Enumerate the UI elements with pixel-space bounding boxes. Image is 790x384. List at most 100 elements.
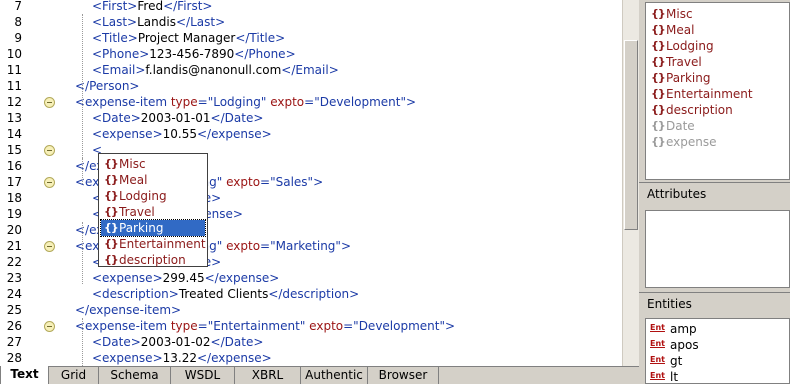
autocomplete-item-lodging[interactable]: {} Lodging — [101, 188, 205, 204]
tab-schema[interactable]: Schema — [99, 367, 171, 384]
code-token: "Development" — [314, 95, 407, 109]
entity-icon: Ent — [650, 355, 665, 364]
element-icon: {} — [104, 253, 119, 266]
autocomplete-item-misc[interactable]: {} Misc — [101, 156, 205, 172]
element-item-entertainment[interactable]: {} Entertainment — [648, 86, 753, 102]
element-item-label: Meal — [666, 23, 695, 37]
autocomplete-item-description[interactable]: {} description — [101, 252, 205, 268]
code-token: "Development" — [353, 319, 445, 333]
xml-text-editor[interactable]: 7 8 9 10 11 11 12 13 14 15 16 17 18 19 20 21 22 23 24 25 26 2… — [0, 0, 622, 366]
entity-item-gt[interactable]: Ent gt — [648, 353, 682, 369]
element-item-date[interactable]: {} Date — [648, 118, 695, 134]
tab-grid[interactable]: Grid — [49, 367, 99, 384]
attributes-pane[interactable] — [645, 210, 790, 288]
code-line[interactable]: <First>Fred</First> — [92, 0, 212, 14]
code-token: <expense> — [92, 127, 163, 141]
element-item-label: Lodging — [666, 39, 714, 53]
element-item-travel[interactable]: {} Travel — [648, 54, 702, 70]
line-number: 21 — [6, 239, 22, 253]
code-line[interactable]: <Date>2003-01-02</Date> — [92, 334, 263, 350]
element-icon: {} — [104, 221, 119, 234]
code-token: > — [406, 95, 417, 109]
tab-text[interactable]: Text — [0, 366, 49, 384]
code-token: "Marketing" — [270, 239, 341, 253]
fold-toggle-icon[interactable] — [44, 145, 55, 156]
code-line[interactable]: <expense>10.55</expense> — [92, 126, 272, 142]
code-token: = — [260, 239, 271, 253]
code-token: <First> — [92, 0, 138, 13]
code-token: </Date> — [210, 111, 264, 125]
fold-toggle-icon[interactable] — [44, 177, 55, 188]
code-token: </First> — [163, 0, 213, 13]
fold-toggle-icon[interactable] — [44, 97, 55, 108]
element-icon: {} — [104, 189, 119, 202]
element-item-parking[interactable]: {} Parking — [648, 70, 711, 86]
autocomplete-item-label: Travel — [119, 205, 155, 219]
code-token: </Person> — [75, 79, 140, 93]
code-line[interactable]: <description>Treated Clients</descriptio… — [92, 286, 359, 302]
scrollbar-thumb[interactable] — [624, 40, 638, 230]
code-line[interactable]: <expense-item type="Entertainment" expto… — [75, 318, 455, 334]
entity-item-label: amp — [670, 322, 697, 336]
autocomplete-item-label: Entertainment — [119, 237, 206, 251]
entity-icon: Ent — [650, 371, 665, 380]
entity-item-apos[interactable]: Ent apos — [648, 337, 699, 353]
code-line[interactable]: <Phone>123-456-7890</Phone> — [92, 46, 296, 62]
code-line[interactable]: <Email>f.landis@nanonull.com</Email> — [92, 62, 339, 78]
fold-toggle-icon[interactable] — [44, 321, 55, 332]
code-token: <Phone> — [92, 47, 150, 61]
element-autocomplete-popup[interactable]: {} Misc{} Meal{} Lodging{} Travel{} Parking{}… — [98, 153, 208, 267]
code-token: </expense> — [196, 351, 272, 365]
tab-authentic[interactable]: Authentic — [301, 367, 368, 384]
code-token: 123-456-7890 — [149, 47, 235, 61]
element-item-misc[interactable]: {} Misc — [648, 6, 693, 22]
tab-wsdl[interactable]: WSDL — [171, 367, 235, 384]
code-token: Landis — [137, 15, 176, 29]
elements-pane[interactable]: {} Misc{} Meal{} Lodging{} Travel{} Parking{}… — [645, 2, 790, 180]
entities-pane[interactable]: Ent amp Ent apos Ent gt Ent lt — [645, 318, 790, 384]
line-number: 11 — [6, 79, 22, 93]
entity-item-lt[interactable]: Ent lt — [648, 369, 678, 383]
code-line[interactable]: </Person> — [75, 78, 139, 94]
code-token: <Date> — [92, 335, 141, 349]
code-line[interactable]: <expense-item type="Lodging" expto="Deve… — [75, 94, 416, 110]
autocomplete-item-parking[interactable]: {} Parking — [100, 219, 206, 237]
element-item-label: description — [666, 103, 733, 117]
pane-divider[interactable] — [639, 182, 790, 183]
pane-divider[interactable] — [639, 292, 790, 293]
code-line[interactable]: <expense>13.22</expense> — [92, 350, 272, 366]
element-item-expense[interactable]: {} expense — [648, 134, 717, 150]
line-number: 15 — [6, 143, 22, 157]
tab-xbrl[interactable]: XBRL — [235, 367, 301, 384]
code-token: </Email> — [281, 63, 339, 77]
code-token: </Title> — [235, 31, 286, 45]
code-token: 10.55 — [162, 127, 197, 141]
tab-browser[interactable]: Browser — [368, 367, 439, 384]
autocomplete-item-meal[interactable]: {} Meal — [101, 172, 205, 188]
code-line[interactable]: <expense>299.45</expense> — [92, 270, 279, 286]
code-line[interactable]: </expense-item> — [75, 302, 181, 318]
code-token: <ex — [75, 239, 100, 253]
element-item-description[interactable]: {} description — [648, 102, 733, 118]
element-item-meal[interactable]: {} Meal — [648, 22, 694, 38]
line-number: 9 — [14, 31, 22, 45]
code-token: = — [197, 319, 208, 333]
fold-toggle-icon[interactable] — [44, 241, 55, 252]
vertical-scrollbar[interactable] — [622, 0, 639, 366]
indent-guide — [82, 318, 83, 366]
code-token: 13.22 — [162, 351, 197, 365]
line-number: 23 — [6, 271, 22, 285]
element-item-lodging[interactable]: {} Lodging — [648, 38, 714, 54]
element-icon: {} — [104, 205, 119, 218]
entity-item-amp[interactable]: Ent amp — [648, 321, 697, 337]
element-item-label: Parking — [666, 71, 711, 85]
code-line[interactable]: <Last>Landis</Last> — [92, 14, 225, 30]
code-line[interactable]: <Title>Project Manager</Title> — [92, 30, 285, 46]
autocomplete-item-travel[interactable]: {} Travel — [101, 204, 205, 220]
code-token: Project Manager — [137, 31, 236, 45]
autocomplete-item-entertainment[interactable]: {} Entertainment — [101, 236, 206, 252]
line-number-gutter: 7 8 9 10 11 11 12 13 14 15 16 17 18 19 20 21 22 23 24 25 26 2… — [0, 0, 62, 366]
element-icon: {} — [651, 119, 666, 132]
line-number: 17 — [6, 175, 22, 189]
code-line[interactable]: <Date>2003-01-01</Date> — [92, 110, 263, 126]
